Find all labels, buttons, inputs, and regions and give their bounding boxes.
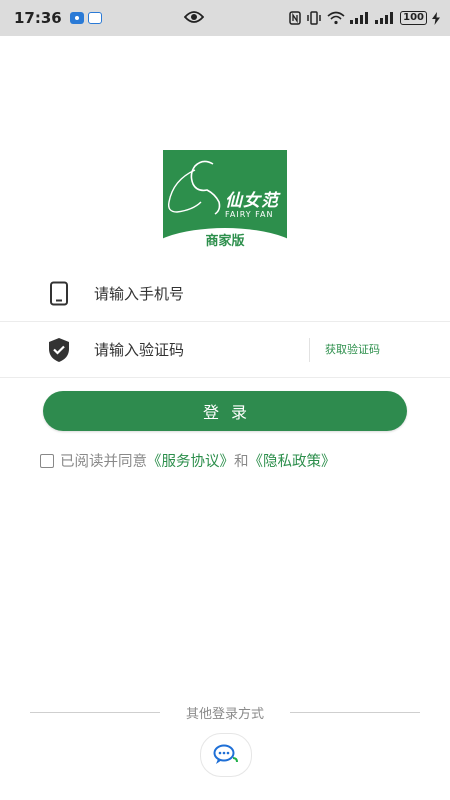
eye-icon <box>183 10 205 28</box>
divider-right <box>290 712 420 713</box>
shield-check-icon <box>49 338 69 362</box>
status-icons: 100 <box>289 11 440 25</box>
brand-english-name: FAIRY FAN <box>225 210 274 219</box>
fairy-silhouette-icon <box>167 160 221 215</box>
agreement-checkbox[interactable] <box>40 453 54 468</box>
smartphone-icon <box>50 281 68 306</box>
app-logo: 仙女范 FAIRY FAN 商家版 <box>163 150 287 248</box>
service-agreement-link[interactable]: 《服务协议》 <box>147 450 234 471</box>
brand-chinese-name: 仙女范 <box>225 191 279 211</box>
notification-app-icon <box>69 12 84 24</box>
edition-label: 商家版 <box>205 234 245 248</box>
verification-code-input[interactable] <box>94 336 294 364</box>
other-login-button[interactable] <box>200 733 252 777</box>
phone-input[interactable] <box>94 280 294 308</box>
status-time: 17:36 <box>14 9 62 27</box>
signal-icon-2 <box>375 12 394 24</box>
phone-row <box>0 266 450 322</box>
vibrate-icon <box>307 11 321 25</box>
login-button[interactable]: 登录 <box>43 391 407 431</box>
charging-icon <box>432 11 440 25</box>
chat-bubble-icon <box>213 744 238 764</box>
get-code-button[interactable]: 获取验证码 <box>325 341 380 357</box>
wifi-icon <box>327 11 345 25</box>
code-row: 获取验证码 <box>0 322 450 378</box>
nfc-icon <box>289 11 301 25</box>
cloud-notification-icon <box>87 12 102 24</box>
agreement-prefix: 已阅读并同意 <box>60 454 147 470</box>
agreement-row: 已阅读并同意 《服务协议》 和 《隐私政策》 <box>40 450 336 471</box>
signal-icon <box>350 12 369 24</box>
agreement-and: 和 <box>234 454 249 470</box>
privacy-policy-link[interactable]: 《隐私政策》 <box>249 450 336 471</box>
vertical-divider <box>309 338 310 362</box>
battery-icon: 100 <box>400 11 427 25</box>
status-bar: 17:36 100 <box>0 0 450 36</box>
